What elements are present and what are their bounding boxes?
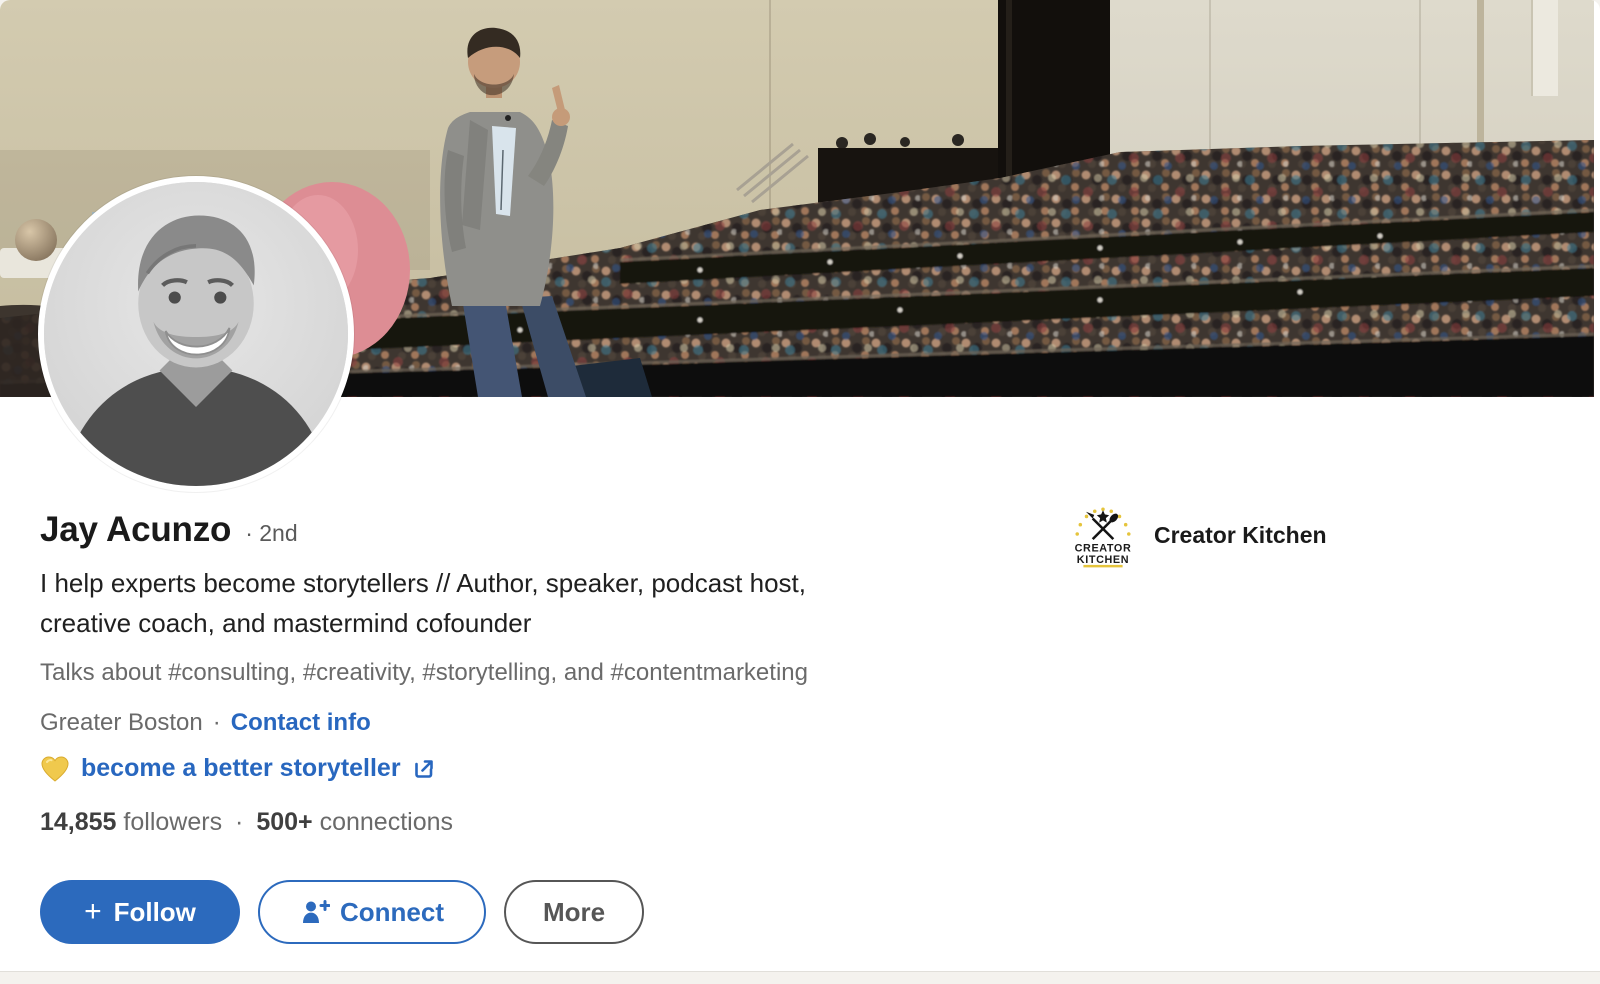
location-row: Greater Boston · Contact info <box>40 709 371 737</box>
separator-dot: · <box>235 808 243 836</box>
followers-row: 14,855 followers · 500+ connections <box>40 808 453 837</box>
profile-headline: I help experts become storytellers // Au… <box>40 563 806 643</box>
logo-text-line1: CREATOR <box>1075 543 1132 555</box>
action-buttons: + Follow Connect More <box>40 880 644 944</box>
connection-degree-badge: · 2nd <box>245 520 297 547</box>
connections-label: connections <box>320 808 453 836</box>
company-name: Creator Kitchen <box>1154 522 1327 549</box>
website-link[interactable]: become a better storyteller <box>81 754 401 783</box>
yellow-heart-icon <box>40 755 70 783</box>
talks-about: Talks about #consulting, #creativity, #s… <box>40 659 808 687</box>
more-button[interactable]: More <box>504 880 644 944</box>
contact-info-link[interactable]: Contact info <box>231 709 371 737</box>
creator-kitchen-logo-icon: CREATOR KITCHEN <box>1070 502 1136 568</box>
connect-button-label: Connect <box>340 897 444 928</box>
external-link-icon <box>412 757 436 781</box>
name-row: Jay Acunzo · 2nd <box>40 510 298 550</box>
connect-button[interactable]: Connect <box>258 880 486 944</box>
more-button-label: More <box>543 897 605 928</box>
plus-icon: + <box>84 897 102 927</box>
follow-button-label: Follow <box>114 897 196 928</box>
logo-text-line2: KITCHEN <box>1077 554 1129 566</box>
followers-count: 14,855 <box>40 808 116 836</box>
followers-label: followers <box>123 808 222 836</box>
website-link-row[interactable]: become a better storyteller <box>40 754 436 783</box>
avatar[interactable] <box>38 176 354 492</box>
connections-link[interactable]: 500+ connections <box>256 808 453 836</box>
separator-dot: · <box>213 709 221 737</box>
connections-count: 500+ <box>256 808 312 836</box>
follow-button[interactable]: + Follow <box>40 880 240 944</box>
page-background-strip <box>0 971 1600 984</box>
person-add-icon <box>300 898 330 926</box>
profile-name: Jay Acunzo <box>40 510 231 550</box>
avatar-portrait <box>44 182 348 486</box>
company-affiliation[interactable]: CREATOR KITCHEN Creator Kitchen <box>1070 502 1327 568</box>
location: Greater Boston <box>40 709 203 737</box>
profile-card: Jay Acunzo · 2nd CREATOR KITCHEN Creator… <box>0 0 1600 971</box>
